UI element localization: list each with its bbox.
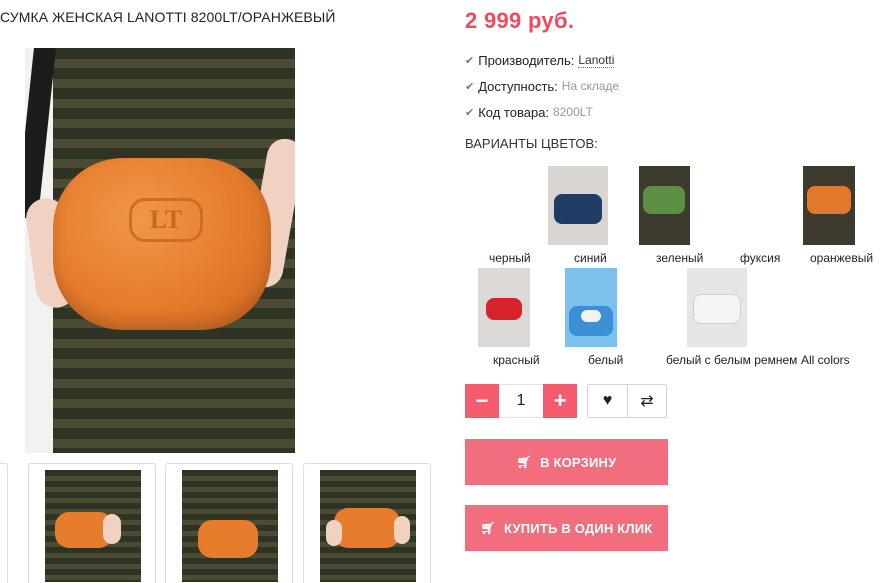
product-price: 2 999 руб.	[465, 8, 575, 33]
compare-icon[interactable]: ⇄	[627, 385, 666, 417]
manufacturer-link[interactable]: Lanotti	[578, 53, 615, 68]
property-availability: ✔ Доступность: На складе	[465, 78, 620, 94]
main-product-image[interactable]: LT	[25, 48, 295, 453]
product-properties: ✔ Производитель: Lanotti ✔ Доступность: …	[465, 47, 619, 125]
minus-icon[interactable]: −	[465, 384, 499, 418]
add-to-cart-button[interactable]: 🛒︎ В КОРЗИНУ	[465, 439, 668, 485]
variant-all-colors-link[interactable]: All colors	[801, 353, 850, 367]
property-sku: ✔ Код товара: 8200LT	[465, 104, 593, 120]
check-icon: ✔	[465, 80, 475, 93]
variant-label-orange[interactable]: оранжевый	[810, 251, 873, 265]
swatch-green[interactable]	[639, 166, 690, 245]
variant-label-fuchsia[interactable]: фуксия	[740, 251, 780, 265]
thumbnail-partial[interactable]	[0, 463, 8, 583]
thumbnail-strip	[0, 463, 440, 583]
variant-label-green[interactable]: зеленый	[656, 251, 703, 265]
variant-label-red[interactable]: красный	[493, 353, 540, 367]
plus-icon[interactable]: +	[543, 384, 577, 418]
thumb-bag	[334, 508, 400, 548]
swatch-orange[interactable]	[803, 166, 855, 245]
variant-label-white[interactable]: белый	[588, 353, 623, 367]
variant-label-white-strap[interactable]: белый с белым ремнем	[666, 353, 797, 367]
variants-title: ВАРИАНТЫ ЦВЕТОВ:	[465, 136, 598, 151]
product-title: СУМКА ЖЕНСКАЯ LANOTTI 8200LT/ОРАНЖЕВЫЙ	[0, 9, 336, 25]
variant-label-black[interactable]: черный	[489, 251, 531, 265]
bag-logo: LT	[129, 198, 203, 242]
check-icon: ✔	[465, 106, 475, 119]
swatch-white[interactable]	[565, 268, 617, 347]
variant-label-blue[interactable]: синий	[574, 251, 607, 265]
check-icon: ✔	[465, 54, 475, 67]
thumb-bag	[198, 520, 258, 558]
swatch-blue[interactable]	[548, 166, 608, 245]
quantity-stepper: − 1 +	[465, 384, 577, 418]
swatch-white-strap[interactable]	[687, 268, 747, 347]
orange-bag: LT	[53, 158, 271, 330]
quantity-input[interactable]: 1	[499, 384, 543, 418]
thumbnail-2[interactable]	[165, 463, 293, 583]
swatch-red[interactable]	[478, 268, 530, 347]
product-tools: ♥ ⇄	[587, 384, 667, 418]
thumbnail-1[interactable]	[28, 463, 156, 583]
property-manufacturer: ✔ Производитель: Lanotti	[465, 52, 615, 68]
cart-icon: 🛒︎	[480, 521, 496, 535]
heart-icon[interactable]: ♥	[588, 385, 627, 417]
thumbnail-3[interactable]	[303, 463, 431, 583]
buy-one-click-button[interactable]: 🛒︎ КУПИТЬ В ОДИН КЛИК	[465, 505, 668, 551]
cart-icon: 🛒︎	[516, 455, 533, 469]
